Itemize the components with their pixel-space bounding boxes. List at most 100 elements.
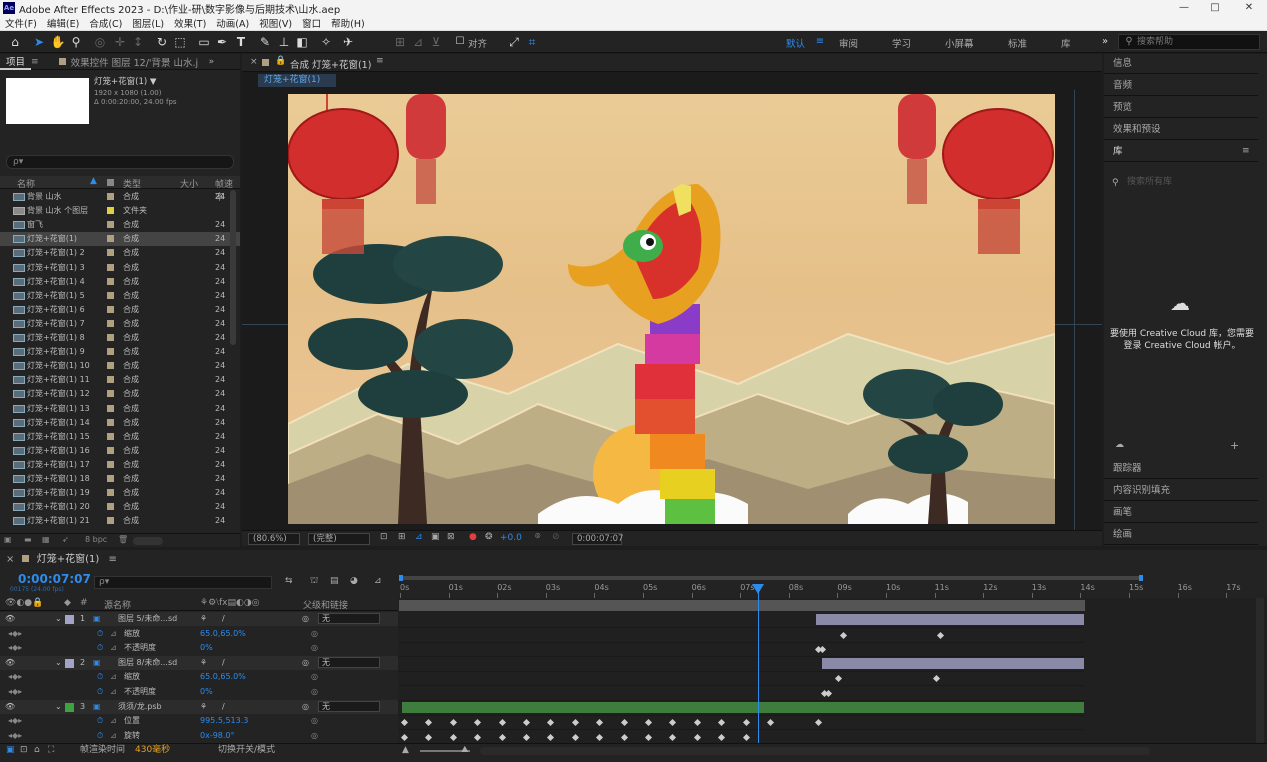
keyframe[interactable]: [644, 733, 653, 741]
workspace-review[interactable]: 审阅: [839, 36, 858, 50]
item-label-color[interactable]: [107, 390, 114, 398]
col-name[interactable]: 名称: [17, 177, 35, 190]
project-item[interactable]: 灯笼+花窗(1) 13 合成 24: [0, 402, 240, 416]
add-library-icon[interactable]: +: [1230, 439, 1239, 452]
snapshot-icon[interactable]: ⌾: [535, 532, 540, 542]
tab-composition[interactable]: 合成 灯笼+花窗(1): [290, 57, 371, 71]
panel-paint[interactable]: 绘画: [1104, 525, 1258, 545]
property-value[interactable]: 0x-98.0°: [200, 729, 235, 743]
property-value[interactable]: 65.0,65.0%: [200, 627, 246, 641]
close-timeline-icon[interactable]: ×: [6, 554, 14, 565]
library-menu-icon[interactable]: ≡: [1242, 146, 1250, 156]
keyframe-nav-icon[interactable]: ◂◆▸: [8, 714, 22, 728]
panel-tracker[interactable]: 跟踪器: [1104, 459, 1258, 479]
stopwatch-icon[interactable]: ⏱: [97, 627, 103, 641]
align-checkbox-icon[interactable]: ☐: [452, 34, 468, 50]
stretch-icon[interactable]: ⛶: [48, 744, 54, 757]
workspace-default[interactable]: 默认: [786, 36, 805, 50]
keyframe-nav-icon[interactable]: ◂◆▸: [8, 685, 22, 699]
workspace-small-screen[interactable]: 小屏幕: [945, 36, 974, 50]
region-of-interest-icon[interactable]: ▣: [431, 532, 440, 542]
keyframe[interactable]: [839, 631, 848, 639]
hand-tool-icon[interactable]: ✋: [50, 34, 66, 50]
tab-effect-controls[interactable]: 效果控件 图层 12/'背景 山水.j: [71, 55, 201, 69]
keyframe[interactable]: [824, 689, 833, 698]
label-column-icon[interactable]: ◆: [64, 598, 71, 608]
expression-pickwhip-icon[interactable]: ◎: [311, 641, 318, 655]
item-label-color[interactable]: [107, 362, 114, 370]
comp-name[interactable]: 灯笼+花窗(1) ▼: [94, 78, 156, 87]
workspace-overflow-icon[interactable]: »: [1097, 34, 1113, 50]
item-label-color[interactable]: [107, 249, 114, 257]
property-row[interactable]: ◂◆▸ ⏱ ⊿ 位置 995.5,513.3 ◎: [0, 714, 398, 728]
viewer-menu-icon[interactable]: ≡: [376, 56, 384, 66]
tab-project[interactable]: 项目: [0, 54, 32, 70]
frame-blending-icon[interactable]: ▤: [330, 576, 339, 586]
snap-toggle-icon[interactable]: ⤢: [506, 34, 522, 50]
project-item[interactable]: 灯笼+花窗(1) 4 合成 24: [0, 275, 240, 289]
twirl-icon[interactable]: ⌄: [55, 656, 62, 670]
snap-grid-icon[interactable]: ⌗: [524, 34, 540, 50]
keyframe-nav-icon[interactable]: ◂◆▸: [8, 641, 22, 655]
snap-3-icon[interactable]: ⊻: [428, 34, 444, 50]
channel-icon[interactable]: ●: [469, 532, 477, 542]
panel-audio[interactable]: 音频: [1104, 76, 1258, 96]
mask-visibility-icon[interactable]: ⊿: [415, 532, 423, 542]
stopwatch-icon[interactable]: ⏱: [97, 685, 103, 699]
home-icon[interactable]: ⌂: [7, 34, 23, 50]
keyframe[interactable]: [818, 646, 827, 654]
fast-preview-icon[interactable]: ⊡: [380, 532, 388, 542]
pickwhip-icon[interactable]: ◎: [302, 656, 309, 670]
snap-1-icon[interactable]: ⊞: [392, 34, 408, 50]
expression-pickwhip-icon[interactable]: ◎: [311, 685, 318, 699]
maximize-button[interactable]: □: [1197, 0, 1233, 16]
tab-timeline[interactable]: 灯笼+花窗(1): [37, 554, 100, 565]
keyframe-nav-icon[interactable]: ◂◆▸: [8, 627, 22, 641]
menu-view[interactable]: 视图(V): [259, 16, 292, 30]
property-value[interactable]: 65.0,65.0%: [200, 670, 246, 684]
in-out-icon[interactable]: ⌂: [34, 744, 40, 757]
keyframe[interactable]: [766, 719, 775, 727]
property-row[interactable]: ◂◆▸ ⏱ ⊿ 旋转 0x-98.0° ◎: [0, 729, 398, 743]
thumbnail-slider[interactable]: [133, 537, 163, 545]
item-label-color[interactable]: [107, 277, 114, 285]
layer-name[interactable]: 图层 8/未命...sd: [118, 656, 177, 670]
workspace-library[interactable]: 库: [1061, 36, 1071, 50]
panel-menu-icon[interactable]: ≡: [31, 57, 39, 67]
menu-composition[interactable]: 合成(C): [89, 16, 122, 30]
keyframe[interactable]: [620, 719, 628, 727]
item-label-color[interactable]: [107, 503, 114, 511]
viewer-timecode[interactable]: 0:00:07:07: [572, 533, 623, 545]
render-queue-icon[interactable]: ➶: [62, 535, 69, 544]
project-item[interactable]: 窗飞 合成 24: [0, 218, 240, 232]
expression-pickwhip-icon[interactable]: ◎: [311, 729, 318, 743]
property-value[interactable]: 0%: [200, 685, 213, 699]
comp-breadcrumb[interactable]: 灯笼+花窗(1): [258, 74, 336, 87]
project-item[interactable]: 灯笼+花窗(1) 2 合成 24: [0, 246, 240, 260]
item-label-color[interactable]: [107, 319, 114, 327]
timeline-search-input[interactable]: ρ▾: [94, 576, 272, 589]
eye-icon[interactable]: 👁: [5, 612, 15, 626]
keyframe[interactable]: [693, 733, 701, 741]
transfer-controls-icon[interactable]: ⊡: [20, 744, 28, 757]
keyframe[interactable]: [474, 719, 482, 727]
keyframe[interactable]: [644, 719, 653, 727]
project-item[interactable]: 灯笼+花窗(1) 9 合成 24: [0, 345, 240, 359]
transparency-grid-icon[interactable]: ⊞: [398, 532, 406, 542]
rotate-tool-icon[interactable]: ↻: [154, 34, 170, 50]
project-item[interactable]: 背景 山水 合成 24: [0, 190, 240, 204]
project-item[interactable]: 灯笼+花窗(1) 18 合成 24: [0, 472, 240, 486]
delete-icon[interactable]: 🗑: [118, 535, 128, 544]
comp-duration-bar[interactable]: [399, 600, 1085, 611]
panel-content-aware-fill[interactable]: 内容识别填充: [1104, 481, 1258, 501]
keyframe[interactable]: [547, 733, 555, 741]
keyframe[interactable]: [693, 719, 701, 727]
quality-switch-icon[interactable]: /: [222, 656, 225, 670]
sort-arrow-icon[interactable]: ▲: [90, 176, 97, 186]
project-item[interactable]: 灯笼+花窗(1) 15 合成 24: [0, 430, 240, 444]
shy-switch-icon[interactable]: ⚘: [200, 656, 207, 670]
menu-window[interactable]: 窗口: [302, 16, 321, 30]
keyframe-nav-icon[interactable]: ◂◆▸: [8, 729, 22, 743]
parent-select[interactable]: 无: [318, 700, 380, 712]
comp-canvas[interactable]: [288, 94, 1055, 524]
